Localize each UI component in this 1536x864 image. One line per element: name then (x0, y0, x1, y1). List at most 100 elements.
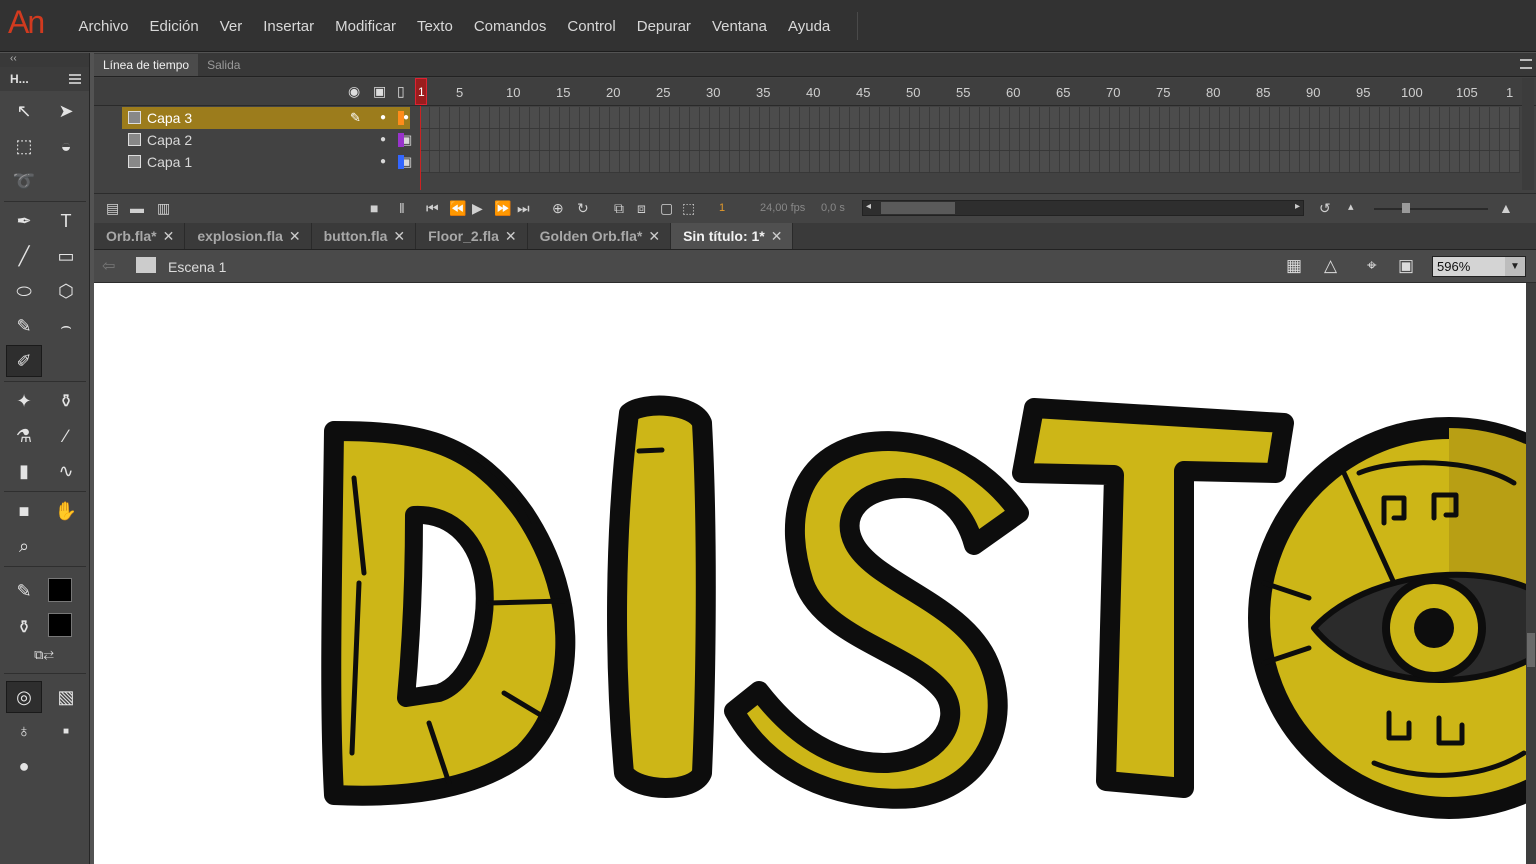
polystar-tool-icon[interactable]: ⬡ (48, 275, 84, 307)
menu-archivo[interactable]: Archivo (68, 18, 139, 35)
doc-tab[interactable]: button.fla ✕ (312, 223, 417, 249)
stage-vscroll-thumb[interactable] (1527, 633, 1535, 667)
frame-rate[interactable]: 24,00 fps (760, 202, 805, 214)
zoom-slider[interactable] (1374, 203, 1488, 213)
hand-tool-icon[interactable]: ✋ (48, 495, 84, 527)
panel-menu-icon[interactable] (1520, 59, 1532, 69)
chevron-down-icon[interactable]: ▼ (1505, 257, 1525, 276)
close-icon[interactable]: ✕ (771, 228, 783, 244)
zoom-in-icon[interactable]: ▲ (1499, 200, 1513, 216)
layer-color-marker[interactable] (398, 155, 404, 169)
layer-row[interactable]: Capa 2 ● ▣ (94, 129, 1536, 151)
play-icon[interactable]: ▶ (472, 200, 483, 217)
close-icon[interactable]: ✕ (163, 228, 175, 244)
rectangle-tool-icon[interactable]: ▭ (48, 240, 84, 272)
brush-shape-icon[interactable]: ● (6, 750, 42, 782)
layer-name[interactable]: Capa 2 ● ▣ (122, 129, 412, 151)
layer-row[interactable]: Capa 3 ✎ ● ● (94, 107, 1536, 129)
timeline-hscroll-thumb[interactable] (881, 202, 955, 214)
menu-ventana[interactable]: Ventana (701, 18, 777, 35)
brush-tool-icon[interactable]: ✐ (6, 345, 42, 377)
loop-icon[interactable]: ↻ (577, 200, 589, 217)
camera-tool-icon[interactable]: ■ (6, 495, 42, 527)
reset-zoom-icon[interactable]: ↺ (1319, 200, 1331, 217)
last-frame-icon[interactable]: ⏭ (517, 200, 530, 217)
step-back-icon[interactable]: ⏪ (449, 200, 466, 217)
menu-modificar[interactable]: Modificar (325, 18, 407, 35)
clip-stage-icon[interactable]: ▣ (1398, 256, 1414, 276)
visible-dot[interactable]: ● (380, 129, 386, 151)
close-icon[interactable]: ✕ (648, 228, 660, 244)
eye-icon[interactable]: ◉ (348, 83, 360, 100)
selection-tool-icon[interactable]: ↖ (6, 95, 42, 127)
3d-rotation-tool-icon[interactable]: ◒ (48, 130, 84, 162)
swap-colors-icon[interactable]: ⧉⇄ (24, 643, 64, 667)
eraser-tool-icon[interactable]: ▮ (6, 455, 42, 487)
doc-tab[interactable]: explosion.fla ✕ (185, 223, 312, 249)
width-tool-icon[interactable]: ∿ (48, 455, 84, 487)
line-tool-icon[interactable]: ╱ (6, 240, 42, 272)
zoom-select[interactable]: 596% ▼ (1432, 256, 1526, 277)
menu-edicion[interactable]: Edición (139, 18, 209, 35)
close-icon[interactable]: ✕ (505, 228, 517, 244)
stage-vscroll[interactable] (1526, 283, 1536, 864)
edit-scene-icon[interactable]: ▦ (1286, 256, 1302, 276)
trash-icon[interactable]: ▥ (157, 200, 170, 217)
menu-ayuda[interactable]: Ayuda (778, 18, 841, 35)
brush-mode-icon[interactable]: ♁ (6, 715, 42, 747)
eyedropper-tool-icon[interactable]: ∕ (48, 420, 84, 452)
close-icon[interactable]: ✕ (289, 228, 301, 244)
edit-multiple-icon[interactable]: ▢ (660, 200, 673, 217)
layer-frames[interactable] (420, 107, 1520, 129)
fill-color-swatch[interactable] (48, 613, 72, 637)
menu-comandos[interactable]: Comandos (463, 18, 557, 35)
stroke-color-swatch[interactable] (48, 578, 72, 602)
center-stage-icon[interactable]: ⌖ (1367, 256, 1377, 276)
object-drawing-icon[interactable]: ◎ (6, 681, 42, 713)
pen-tool-icon[interactable]: ✒ (6, 205, 42, 237)
timeline-vscroll[interactable] (1522, 78, 1534, 190)
outline-icon[interactable]: ▯ (397, 83, 405, 100)
back-arrow-icon[interactable]: ⇦ (102, 256, 115, 276)
lock-fill-icon[interactable]: ▧ (48, 681, 84, 713)
scroll-right-icon[interactable]: ▸ (1295, 201, 1300, 212)
bone-tool-icon[interactable]: ✦ (6, 385, 42, 417)
tab-output[interactable]: Salida (198, 54, 250, 76)
edit-symbols-icon[interactable]: △ (1324, 256, 1337, 276)
center-frame-icon[interactable]: ⊕ (552, 200, 564, 217)
doc-tab-active[interactable]: Sin título: 1* ✕ (671, 223, 794, 249)
menu-control[interactable]: Control (557, 18, 626, 35)
camera-toggle-icon[interactable]: ■ (370, 200, 378, 216)
new-folder-icon[interactable]: ▬ (130, 200, 144, 216)
menu-ver[interactable]: Ver (209, 18, 253, 35)
onion-skin-icon[interactable]: ⧉ (614, 200, 624, 217)
doc-tab[interactable]: Golden Orb.fla* ✕ (528, 223, 672, 249)
lock-icon[interactable]: ▣ (373, 83, 386, 100)
visible-dot[interactable]: ● (380, 107, 386, 129)
close-icon[interactable]: ✕ (393, 228, 405, 244)
zoom-slider-thumb[interactable] (1402, 203, 1410, 213)
zoom-out-icon[interactable]: ▴ (1348, 200, 1354, 213)
brush-size-icon[interactable]: ■ (48, 715, 84, 747)
oval-tool-icon[interactable]: ⬭ (6, 275, 42, 307)
zoom-tool-icon[interactable]: ⌕ (6, 530, 42, 562)
step-forward-icon[interactable]: ⏩ (494, 200, 511, 217)
panel-menu-icon[interactable] (69, 74, 81, 84)
layer-frames[interactable] (420, 151, 1520, 173)
text-tool-icon[interactable]: T (48, 205, 84, 237)
layer-frames[interactable] (420, 129, 1520, 151)
onion-outline-icon[interactable]: ⧈ (637, 200, 646, 217)
menu-texto[interactable]: Texto (406, 18, 463, 35)
subselection-tool-icon[interactable]: ➤ (48, 95, 84, 127)
onion-markers-icon[interactable]: ⬚ (682, 200, 695, 217)
menu-depurar[interactable]: Depurar (626, 18, 701, 35)
layer-name[interactable]: Capa 3 ✎ ● ● (122, 107, 410, 129)
menu-insertar[interactable]: Insertar (253, 18, 325, 35)
new-layer-icon[interactable]: ▤ (106, 200, 119, 217)
doc-tab[interactable]: Floor_2.fla ✕ (416, 223, 528, 249)
layer-color-marker[interactable] (398, 111, 404, 125)
free-transform-tool-icon[interactable]: ⬚ (6, 130, 42, 162)
layer-name[interactable]: Capa 1 ● ▣ (122, 151, 412, 173)
timeline-hscroll[interactable]: ◂ ▸ (862, 200, 1304, 216)
first-frame-icon[interactable]: ⏮ (426, 200, 439, 217)
